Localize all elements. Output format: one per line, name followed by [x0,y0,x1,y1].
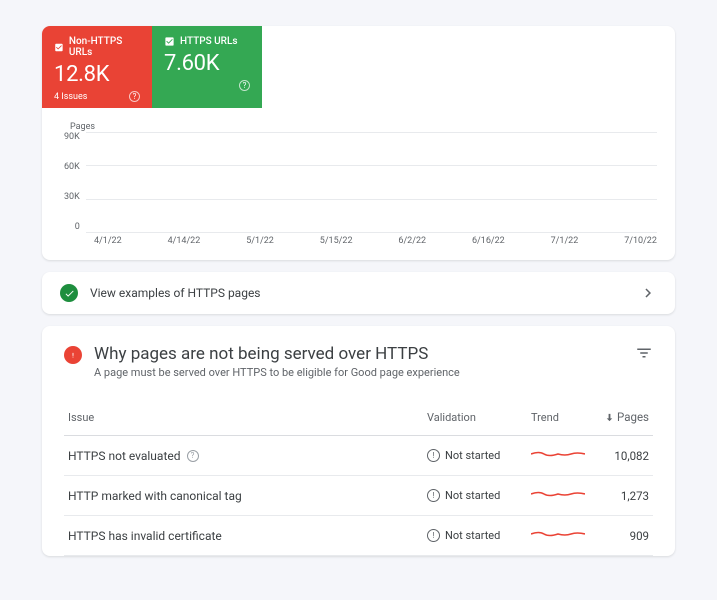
view-examples-label: View examples of HTTPS pages [90,286,627,300]
table-header: Issue Validation Trend Pages [64,399,653,436]
validation-status: !Not started [427,529,523,542]
stat-non-https-sub: 4 Issues [54,92,87,102]
stat-non-https-value: 12.8K [54,62,140,87]
table-row[interactable]: HTTP marked with canonical tag!Not start… [64,476,653,516]
issue-name: HTTPS not evaluated? [68,449,427,463]
checkbox-checked-icon [54,42,64,53]
validation-status: !Not started [427,489,523,502]
alert-icon [64,346,82,364]
stat-https-value: 7.60K [164,51,250,76]
validation-status: !Not started [427,449,523,462]
sort-down-icon [604,412,615,423]
pages-count: 10,082 [599,449,649,463]
info-icon: ! [427,449,440,462]
chart-plot [86,132,657,232]
chart-yaxis: 90K60K30K0 [64,132,80,232]
checkbox-checked-icon [164,36,175,47]
filter-icon[interactable] [635,344,653,362]
chevron-right-icon [639,284,657,302]
stat-non-https[interactable]: Non-HTTPS URLs 12.8K 4 Issues ? [42,26,152,108]
trend-sparkline [531,527,591,544]
issue-name: HTTP marked with canonical tag [68,489,427,503]
issues-card: Why pages are not being served over HTTP… [42,326,675,556]
stat-https[interactable]: HTTPS URLs 7.60K ? [152,26,262,108]
col-trend: Trend [531,411,591,424]
metrics-card: Non-HTTPS URLs 12.8K 4 Issues ? HTTPS UR… [42,26,675,260]
chart-y-title: Pages [70,122,657,132]
pages-count: 909 [599,529,649,543]
check-circle-icon [60,284,78,302]
help-icon[interactable]: ? [129,91,140,102]
issues-title: Why pages are not being served over HTTP… [94,344,623,364]
col-pages[interactable]: Pages [599,410,649,424]
info-icon: ! [427,529,440,542]
info-icon: ! [427,489,440,502]
view-examples-row[interactable]: View examples of HTTPS pages [42,272,675,314]
chart-xaxis: 4/1/224/14/225/1/225/15/226/2/226/16/227… [94,236,657,246]
col-issue: Issue [68,411,427,424]
col-validation: Validation [427,411,523,424]
stat-non-https-label: Non-HTTPS URLs [69,36,140,58]
pages-count: 1,273 [599,489,649,503]
chart: Pages 90K60K30K0 4/1/224/14/225/1/225/15… [42,108,675,246]
table-row[interactable]: HTTPS has invalid certificate!Not starte… [64,516,653,556]
help-icon[interactable]: ? [187,450,199,462]
stat-https-label: HTTPS URLs [180,36,238,47]
table-row[interactable]: HTTPS not evaluated?!Not started 10,082 [64,436,653,476]
issues-subtitle: A page must be served over HTTPS to be e… [94,366,623,379]
trend-sparkline [531,487,591,504]
help-icon[interactable]: ? [239,80,250,91]
trend-sparkline [531,447,591,464]
issue-name: HTTPS has invalid certificate [68,529,427,543]
